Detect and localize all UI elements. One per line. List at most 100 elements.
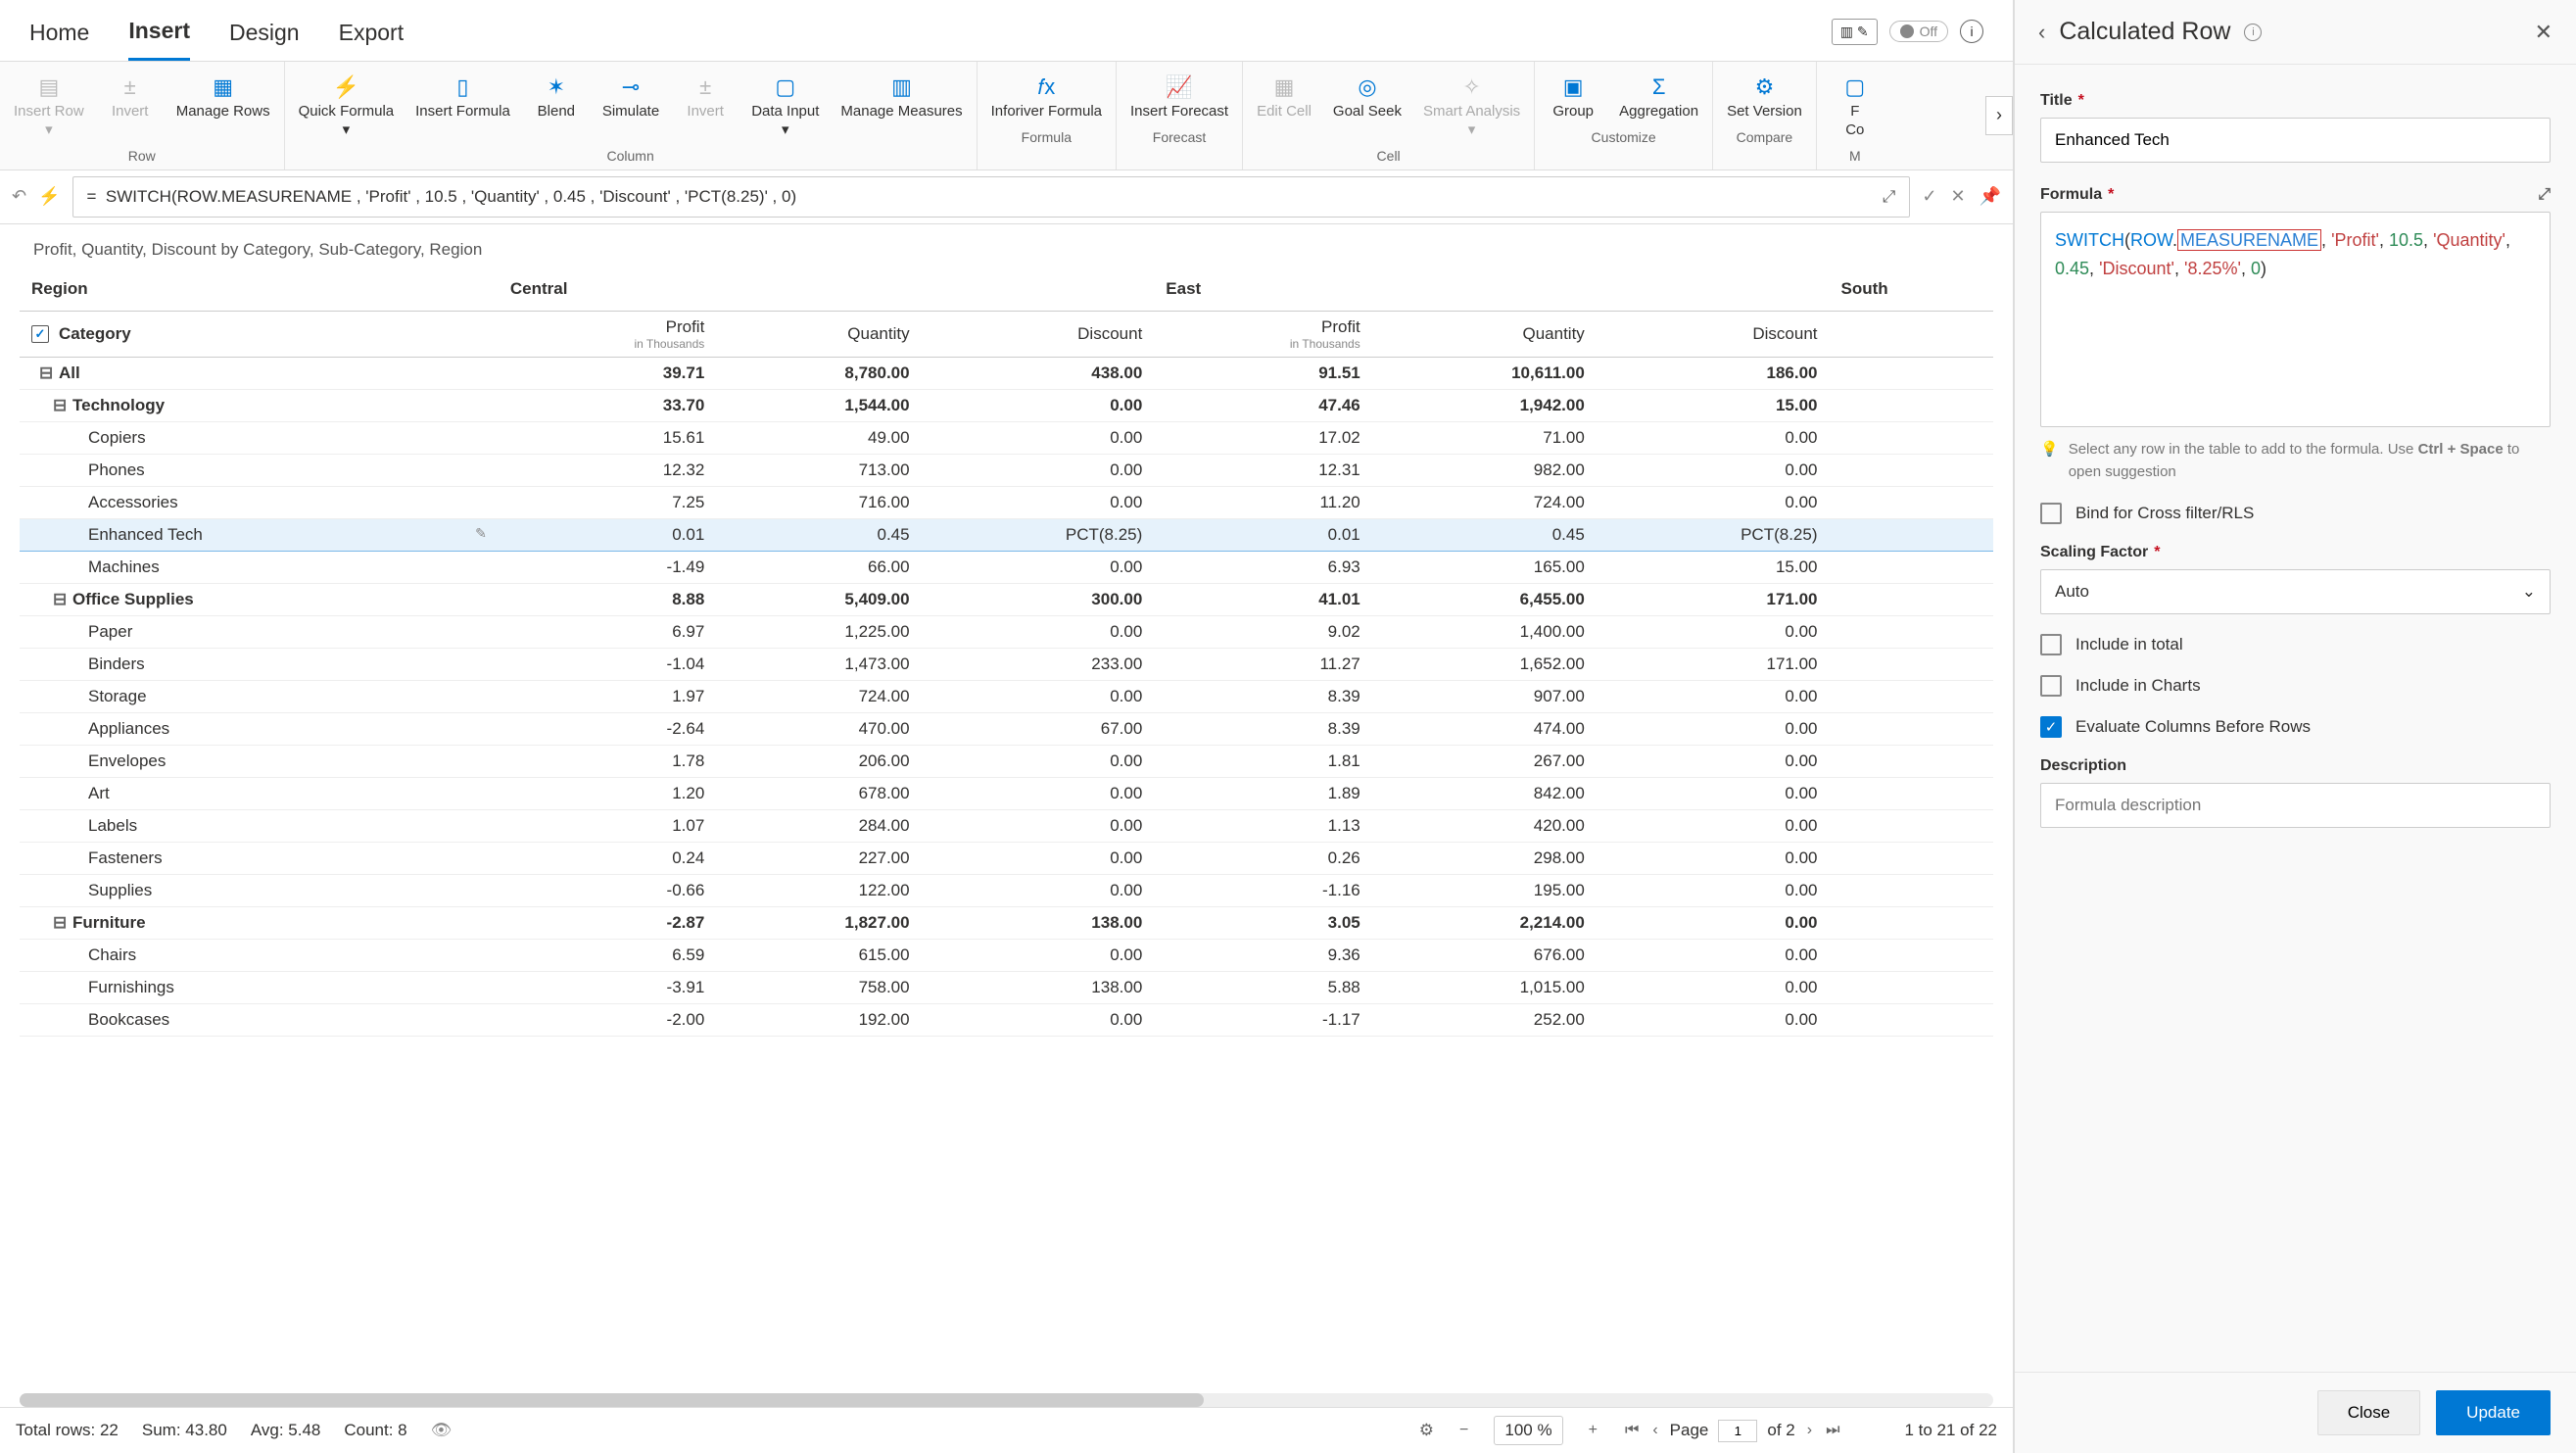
cell[interactable]: 0.45 [716, 518, 921, 551]
cell[interactable]: 615.00 [716, 939, 921, 971]
cell[interactable]: 0.00 [922, 389, 1155, 421]
cell[interactable]: 0.00 [1597, 874, 1830, 906]
cell[interactable]: 0.00 [922, 680, 1155, 712]
cell[interactable]: 982.00 [1372, 454, 1597, 486]
cell[interactable]: 227.00 [716, 842, 921, 874]
cell[interactable]: 67.00 [922, 712, 1155, 745]
cell[interactable]: 0.26 [1154, 842, 1371, 874]
table-row[interactable]: Storage1.97724.000.008.39907.000.00 [20, 680, 1993, 712]
cell[interactable]: 678.00 [716, 777, 921, 809]
cell[interactable]: 192.00 [716, 1003, 921, 1036]
cell[interactable]: 470.00 [716, 712, 921, 745]
expander-icon[interactable]: ⊟ [53, 590, 67, 609]
cell[interactable]: 438.00 [922, 357, 1155, 389]
cell[interactable]: 3.05 [1154, 906, 1371, 939]
cell[interactable]: 2,214.00 [1372, 906, 1597, 939]
cell[interactable]: 1.20 [499, 777, 716, 809]
cell[interactable]: 11.27 [1154, 648, 1371, 680]
table-row[interactable]: ⊟Office Supplies8.885,409.00300.0041.016… [20, 583, 1993, 615]
cell[interactable]: 0.00 [922, 421, 1155, 454]
goal-seek-button[interactable]: ◎Goal Seek [1323, 70, 1411, 144]
cell[interactable]: 71.00 [1372, 421, 1597, 454]
simulate-button[interactable]: ⊸Simulate [593, 70, 669, 144]
cell[interactable]: 66.00 [716, 551, 921, 583]
cell[interactable]: 0.00 [922, 809, 1155, 842]
cell[interactable]: 284.00 [716, 809, 921, 842]
cell[interactable]: 420.00 [1372, 809, 1597, 842]
cell[interactable]: 15.61 [499, 421, 716, 454]
bind-cross-checkbox[interactable]: Bind for Cross filter/RLS [2040, 503, 2551, 524]
cell[interactable]: 0.00 [922, 486, 1155, 518]
cell[interactable]: 8,780.00 [716, 357, 921, 389]
table-row[interactable]: ⊟All39.718,780.00438.0091.5110,611.00186… [20, 357, 1993, 389]
insert-forecast-button[interactable]: 📈Insert Forecast [1121, 70, 1238, 125]
cell[interactable]: 12.31 [1154, 454, 1371, 486]
toggle-off[interactable]: Off [1889, 21, 1948, 42]
cell[interactable]: 1,400.00 [1372, 615, 1597, 648]
cell[interactable]: 233.00 [922, 648, 1155, 680]
cell[interactable]: -2.64 [499, 712, 716, 745]
cell[interactable]: 724.00 [1372, 486, 1597, 518]
cell[interactable]: 49.00 [716, 421, 921, 454]
expander-icon[interactable]: ⊟ [53, 396, 67, 415]
cell[interactable]: 1.07 [499, 809, 716, 842]
category-checkbox[interactable]: ✓ [31, 325, 49, 343]
cell[interactable]: 1,544.00 [716, 389, 921, 421]
cell[interactable]: 195.00 [1372, 874, 1597, 906]
page-prev[interactable]: ‹ [1650, 1422, 1659, 1439]
tab-design[interactable]: Design [229, 14, 300, 60]
cell[interactable]: 0.00 [922, 1003, 1155, 1036]
cell[interactable]: 252.00 [1372, 1003, 1597, 1036]
table-row[interactable]: Phones12.32713.000.0012.31982.000.00 [20, 454, 1993, 486]
blend-button[interactable]: ✶Blend [522, 70, 591, 144]
cell[interactable]: 11.20 [1154, 486, 1371, 518]
expand-formula-panel-icon[interactable]: ⤢ [2538, 186, 2551, 204]
panel-info-icon[interactable]: i [2244, 24, 2262, 41]
cell[interactable]: 0.00 [922, 454, 1155, 486]
cell[interactable]: 1,473.00 [716, 648, 921, 680]
edit-row-icon[interactable]: ✎ [475, 525, 487, 542]
cell[interactable]: 15.00 [1597, 389, 1830, 421]
cell[interactable]: 186.00 [1597, 357, 1830, 389]
cell[interactable]: 0.24 [499, 842, 716, 874]
insert-row-button[interactable]: ▤Insert Row▾ [4, 70, 94, 144]
cell[interactable]: 0.00 [1597, 421, 1830, 454]
cell[interactable]: 474.00 [1372, 712, 1597, 745]
cell[interactable]: 8.88 [499, 583, 716, 615]
cell[interactable]: 0.45 [1372, 518, 1597, 551]
cell[interactable]: 0.00 [922, 777, 1155, 809]
cell[interactable]: 47.46 [1154, 389, 1371, 421]
cell[interactable]: -1.49 [499, 551, 716, 583]
scaling-select[interactable]: Auto⌄ [2040, 569, 2551, 614]
table-row[interactable]: Fasteners0.24227.000.000.26298.000.00 [20, 842, 1993, 874]
evaluate-cols-checkbox[interactable]: ✓Evaluate Columns Before Rows [2040, 716, 2551, 738]
cell[interactable]: 6.97 [499, 615, 716, 648]
tab-home[interactable]: Home [29, 14, 89, 60]
update-button[interactable]: Update [2436, 1390, 2551, 1435]
include-charts-checkbox[interactable]: Include in Charts [2040, 675, 2551, 697]
info-icon[interactable]: i [1960, 20, 1983, 43]
cell[interactable]: 17.02 [1154, 421, 1371, 454]
confirm-icon[interactable]: ✓ [1922, 186, 1936, 207]
cell[interactable]: 206.00 [716, 745, 921, 777]
cell[interactable]: 0.00 [1597, 454, 1830, 486]
cell[interactable]: 171.00 [1597, 648, 1830, 680]
undo-icon[interactable]: ↶ [12, 186, 26, 207]
cell[interactable]: 10,611.00 [1372, 357, 1597, 389]
cell[interactable]: -0.66 [499, 874, 716, 906]
zoom-out[interactable]: − [1457, 1422, 1470, 1439]
cell[interactable]: 0.00 [1597, 712, 1830, 745]
cell[interactable]: 9.02 [1154, 615, 1371, 648]
table-row[interactable]: Enhanced Tech✎0.010.45PCT(8.25)0.010.45P… [20, 518, 1993, 551]
table-row[interactable]: Labels1.07284.000.001.13420.000.00 [20, 809, 1993, 842]
close-button[interactable]: Close [2317, 1390, 2420, 1435]
insert-formula-button[interactable]: ▯Insert Formula [405, 70, 520, 144]
cell[interactable]: 0.00 [922, 745, 1155, 777]
cell[interactable]: 1,652.00 [1372, 648, 1597, 680]
cell[interactable]: 0.00 [922, 874, 1155, 906]
cell[interactable]: 9.36 [1154, 939, 1371, 971]
expander-icon[interactable]: ⊟ [39, 363, 53, 383]
invert-col-button[interactable]: ±Invert [671, 70, 739, 144]
table-row[interactable]: Appliances-2.64470.0067.008.39474.000.00 [20, 712, 1993, 745]
title-input[interactable] [2040, 118, 2551, 163]
